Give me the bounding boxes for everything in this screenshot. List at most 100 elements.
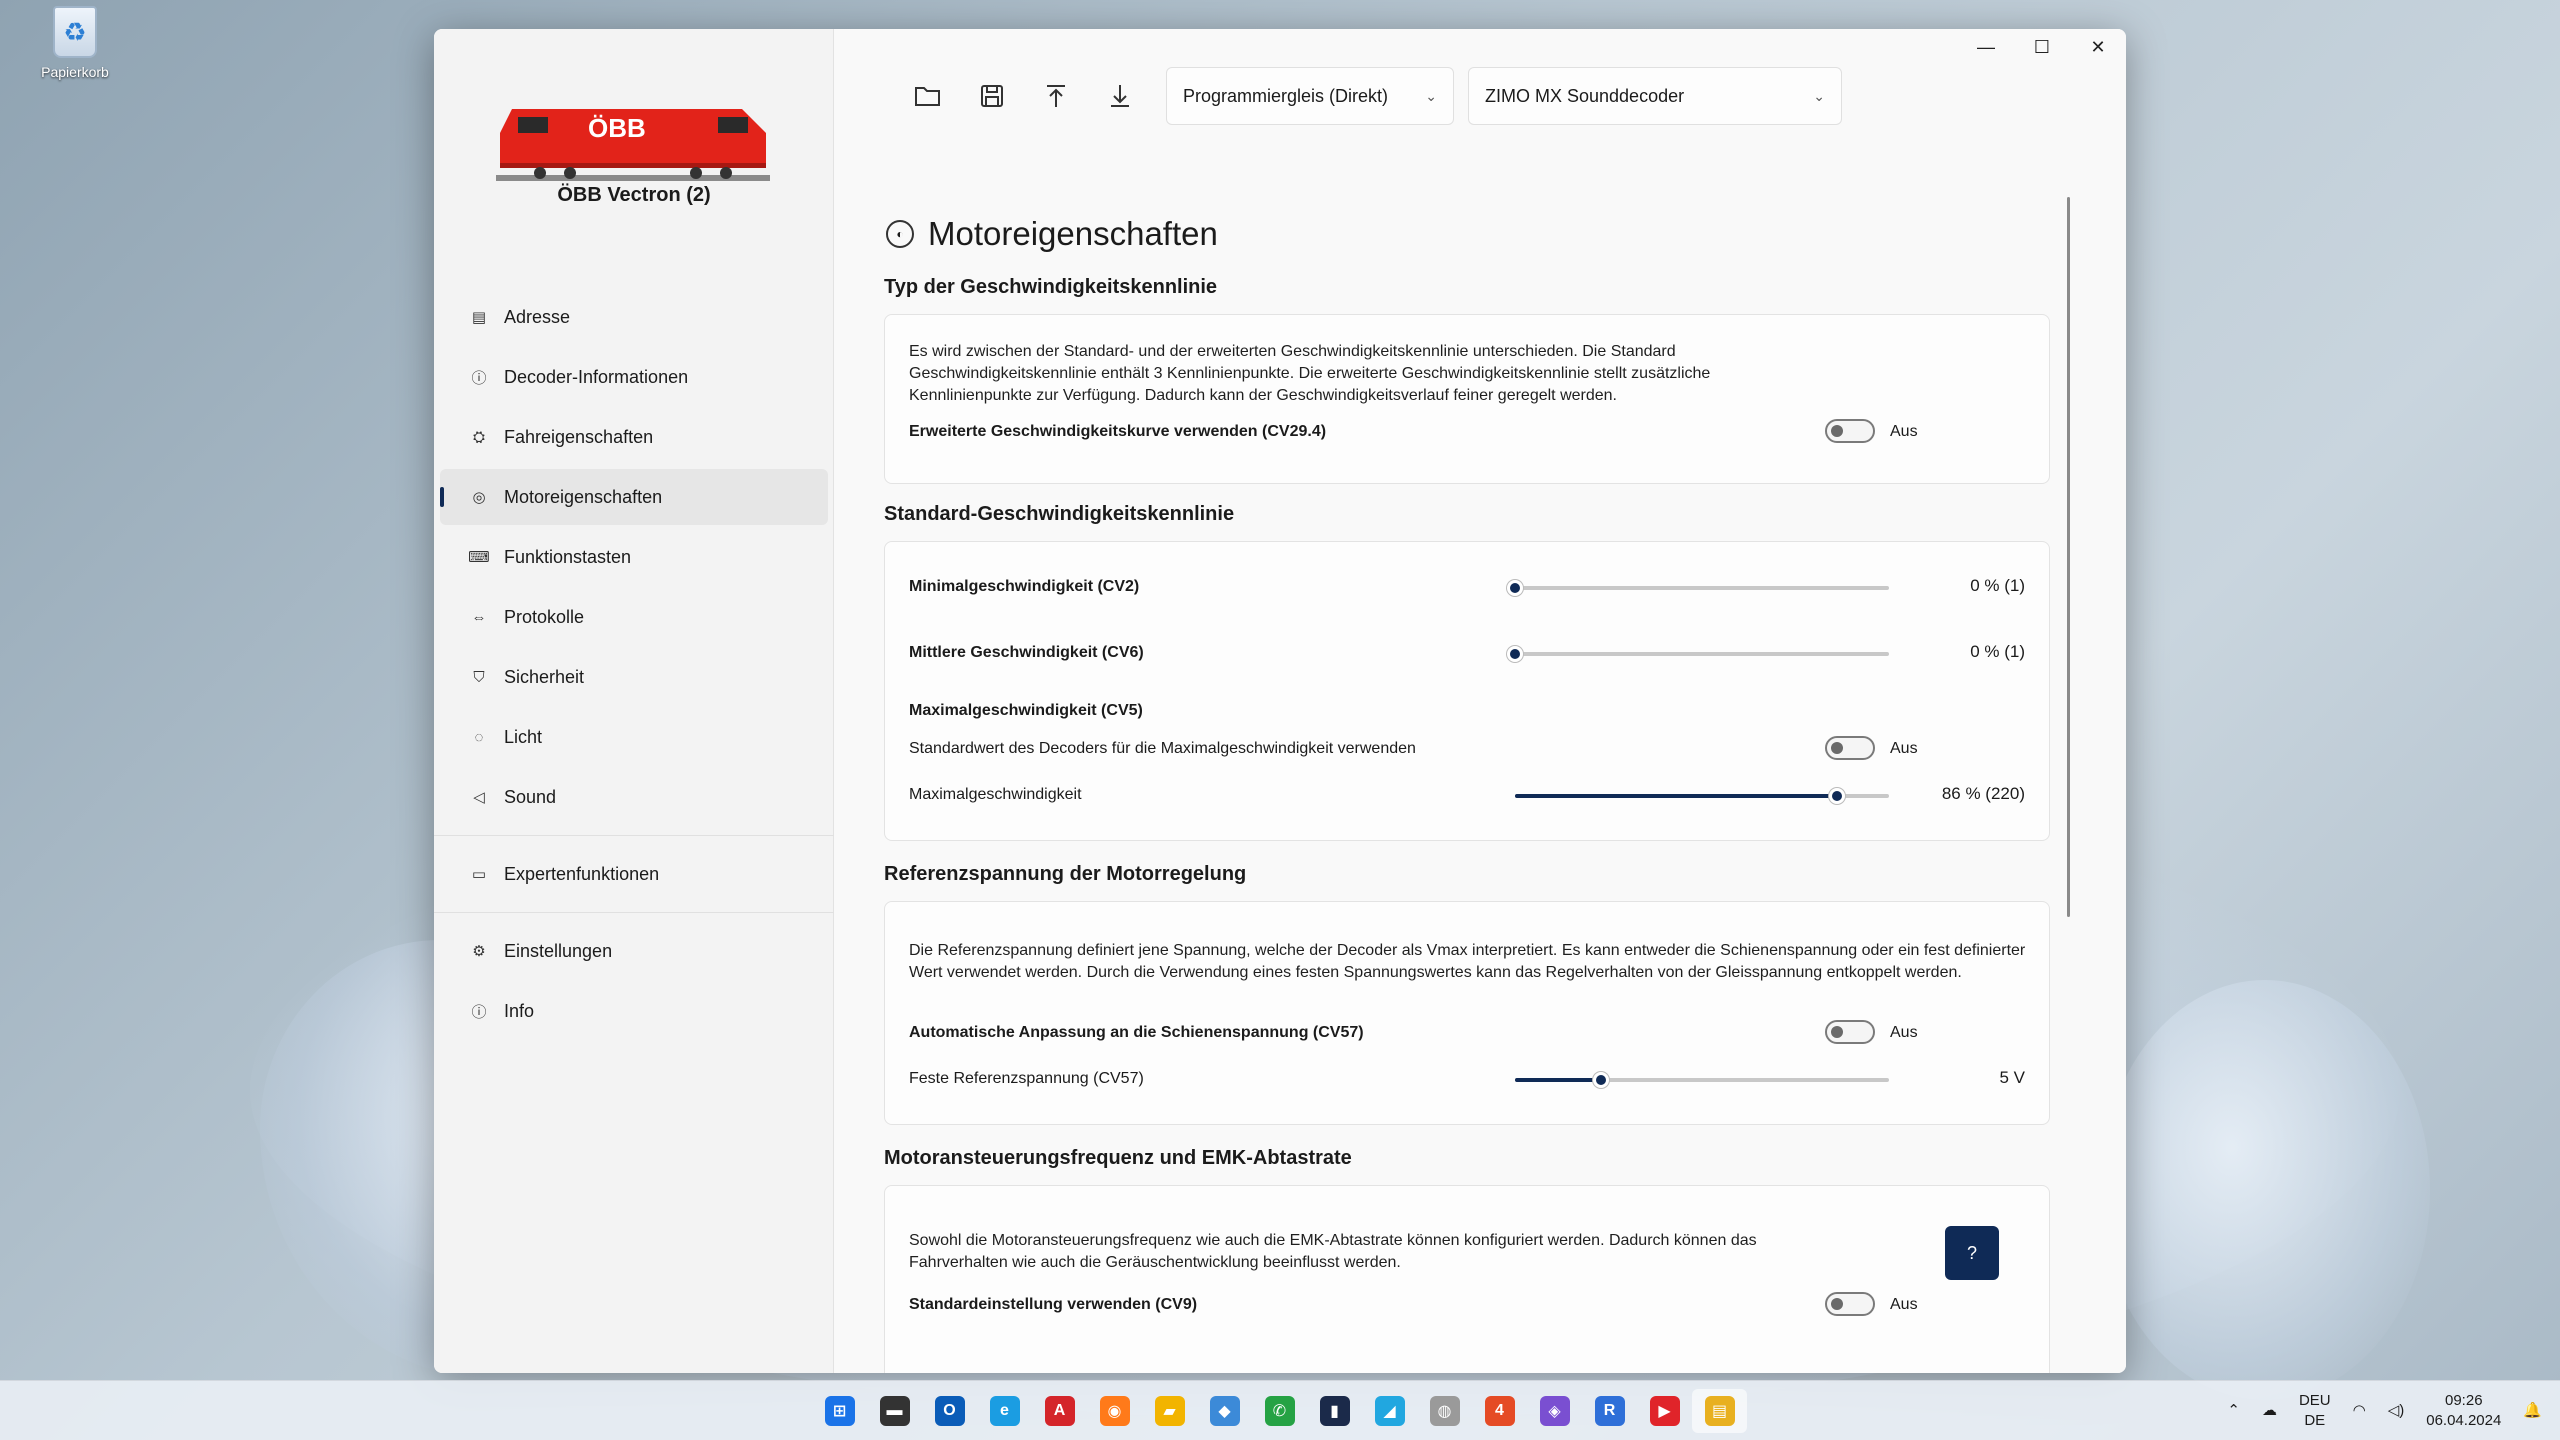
sidebar-item-label: Einstellungen	[504, 940, 613, 961]
taskbar-app[interactable]: O	[922, 1389, 977, 1433]
system-tray: ⌃ ☁ DEU DE ◠ ◁) 09:26 06.04.2024 🔔	[2205, 1389, 2542, 1433]
sidebar-item-label: Motoreigenschaften	[504, 486, 663, 507]
extended-curve-toggle[interactable]	[1825, 419, 1875, 443]
sidebar-item-adresse[interactable]: ▤ Adresse	[440, 289, 828, 345]
sidebar-item-funktionstasten[interactable]: ⌨ Funktionstasten	[440, 529, 828, 585]
sidebar-item-info[interactable]: ⓘ Info	[440, 983, 828, 1039]
sidebar-item-sound[interactable]: ◁ Sound	[440, 769, 828, 825]
clock[interactable]: 09:26 06.04.2024	[2426, 1391, 2501, 1431]
main-content: — ☐ ✕ Programmiergleis (Direkt) ⌄ ZIMO M	[834, 29, 2126, 1373]
min-speed-slider[interactable]	[1507, 580, 1889, 596]
max-speed-label: Maximalgeschwindigkeit	[909, 786, 1082, 803]
fixed-reference-slider[interactable]	[1515, 1072, 1889, 1088]
section-description: Sowohl die Motoransteuerungsfrequenz wie…	[909, 1232, 1757, 1271]
slider-thumb[interactable]	[1507, 646, 1523, 662]
onedrive-icon[interactable]: ☁	[2262, 1401, 2277, 1421]
wifi-icon[interactable]: ◠	[2353, 1401, 2366, 1421]
mid-speed-slider[interactable]	[1507, 646, 1889, 662]
gear-icon: ⚙	[472, 943, 486, 960]
language-indicator[interactable]: DEU DE	[2299, 1391, 2331, 1431]
fixed-reference-value: 5 V	[1999, 1068, 2025, 1087]
language-top: DEU	[2298, 1392, 2331, 1409]
media-icon: ▶	[1649, 1396, 1680, 1426]
taskbar-app[interactable]: ▮	[1307, 1389, 1362, 1433]
min-speed-label: Minimalgeschwindigkeit (CV2)	[909, 578, 1140, 595]
taskbar-app[interactable]: ◢	[1362, 1389, 1417, 1433]
taskbar-app[interactable]: ◈	[1527, 1389, 1582, 1433]
track-select[interactable]: Programmiergleis (Direkt) ⌄	[1166, 67, 1454, 125]
help-button[interactable]: ?	[1945, 1226, 1999, 1280]
section-title: Standard-Geschwindigkeitskennlinie	[884, 503, 1235, 525]
taskbar-app[interactable]: A	[1032, 1389, 1087, 1433]
sidebar-item-einstellungen[interactable]: ⚙ Einstellungen	[440, 923, 828, 979]
taskbar-app[interactable]: ▬	[867, 1389, 922, 1433]
taskbar-app[interactable]: ▶	[1637, 1389, 1692, 1433]
taskbar-app[interactable]: 4	[1472, 1389, 1527, 1433]
edge-icon: e	[989, 1396, 1020, 1426]
sidebar-item-motoreigenschaften[interactable]: ◎ Motoreigenschaften	[440, 469, 828, 525]
default-setting-toggle[interactable]	[1825, 1292, 1875, 1316]
sidebar-item-protokolle[interactable]: ⇔ Protokolle	[440, 589, 828, 645]
sidebar-item-fahreigenschaften[interactable]: ⛭ Fahreigenschaften	[440, 409, 828, 465]
sidebar-item-label: Info	[504, 1000, 535, 1021]
desktop-icon-recycle-bin[interactable]: ♻ Papierkorb	[30, 6, 120, 80]
sidebar-item-sicherheit[interactable]: ⛉ Sicherheit	[440, 649, 828, 705]
download-icon[interactable]	[1088, 68, 1152, 124]
taskbar-app[interactable]: ⊞	[812, 1389, 867, 1433]
toggle-state: Aus	[1890, 1296, 1918, 1313]
sidebar-item-decoder-informationen[interactable]: ⓘ Decoder-Informationen	[440, 349, 828, 405]
upload-icon[interactable]	[1024, 68, 1088, 124]
max-speed-default-toggle[interactable]	[1825, 736, 1875, 760]
sidebar-item-licht[interactable]: ◌ Licht	[440, 709, 828, 765]
taskbar-app[interactable]: ▤	[1692, 1389, 1747, 1433]
taskbar-app[interactable]: ▰	[1142, 1389, 1197, 1433]
decoder-select[interactable]: ZIMO MX Sounddecoder ⌄	[1468, 67, 1842, 125]
train-logo-text: ÖBB	[588, 113, 646, 143]
taskbar: ⊞ ▬ Oe A ◉ ▰ ◆ ✆ ▮ ◢ ◍ 4 ◈ R ▶ ▤ ⌃ ☁ DEU DE ◠ ◁) 09:26 …	[0, 1380, 2560, 1440]
close-button[interactable]: ✕	[2070, 29, 2126, 65]
file-manager-icon: ▬	[879, 1396, 910, 1426]
mid-speed-value: 0 % (1)	[1970, 642, 2025, 661]
notification-bell-icon[interactable]: 🔔	[2523, 1401, 2542, 1421]
sidebar-item-label: Decoder-Informationen	[504, 366, 689, 387]
minimize-button[interactable]: —	[1958, 29, 2014, 65]
max-speed-slider[interactable]	[1515, 788, 1889, 804]
taskbar-app[interactable]: ◆	[1197, 1389, 1252, 1433]
auto-rail-voltage-label: Automatische Anpassung an die Schienensp…	[909, 1024, 1364, 1041]
info-icon: ⓘ	[471, 369, 487, 387]
taskbar-app[interactable]: ◍	[1417, 1389, 1472, 1433]
taskbar-app[interactable]: R	[1582, 1389, 1637, 1433]
chevron-up-icon[interactable]: ⌃	[2227, 1401, 2240, 1421]
volume-icon[interactable]: ◁)	[2388, 1401, 2405, 1421]
save-icon[interactable]	[960, 68, 1024, 124]
taskbar-app[interactable]: ◉	[1087, 1389, 1142, 1433]
slider-thumb[interactable]	[1593, 1072, 1610, 1088]
start-icon: ⊞	[824, 1396, 855, 1426]
auto-rail-voltage-toggle[interactable]	[1825, 1020, 1875, 1044]
reference-voltage-card: Die Referenzspannung definiert jene Span…	[884, 901, 2050, 1125]
slider-thumb[interactable]	[1828, 788, 1845, 804]
window-controls: — ☐ ✕	[1958, 29, 2126, 65]
slider-fill	[1515, 794, 1837, 798]
sidebar-item-label: Protokolle	[504, 606, 585, 627]
maximize-button[interactable]: ☐	[2014, 29, 2070, 65]
locomotive-image: ÖBB	[496, 109, 770, 181]
frequency-card: Sowohl die Motoransteuerungsfrequenz wie…	[884, 1185, 2050, 1373]
slider-fill	[1515, 1078, 1602, 1082]
taskbar-app[interactable]: e	[977, 1389, 1032, 1433]
sidebar-divider	[434, 912, 834, 913]
open-folder-icon[interactable]	[896, 68, 960, 124]
outlook-icon: O	[934, 1396, 965, 1426]
slider-thumb[interactable]	[1507, 580, 1523, 596]
decoder-select-value: ZIMO MX Sounddecoder	[1485, 85, 1685, 106]
chevron-down-icon: ⌄	[1813, 87, 1825, 104]
motor-icon: ◎	[472, 489, 486, 506]
scrollbar[interactable]	[2067, 197, 2070, 917]
taskbar-app[interactable]: ✆	[1252, 1389, 1307, 1433]
sidebar-item-expertenfunktionen[interactable]: ▭ Expertenfunktionen	[440, 846, 828, 902]
max-speed-default-label: Standardwert des Decoders für die Maxima…	[909, 740, 1416, 757]
app-icon: ◢	[1374, 1396, 1405, 1426]
clock-date: 06.04.2024	[2426, 1412, 2502, 1429]
taskbar-apps: ⊞ ▬ Oe A ◉ ▰ ◆ ✆ ▮ ◢ ◍ 4 ◈ R ▶ ▤	[812, 1389, 1747, 1433]
terminal-icon: ▮	[1319, 1396, 1350, 1426]
